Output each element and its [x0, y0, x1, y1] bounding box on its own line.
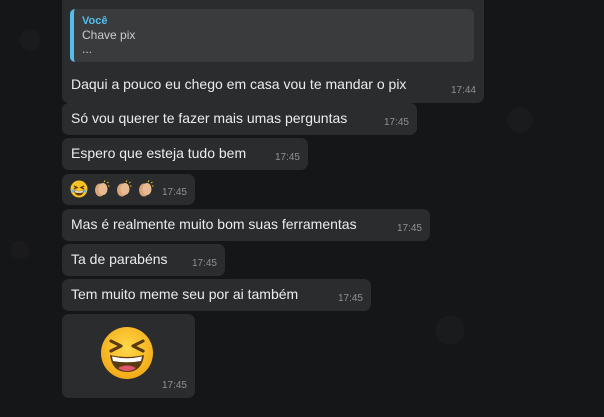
message-text: Só vou querer te fazer mais umas pergunt… — [71, 110, 348, 126]
message-time: 17:45 — [337, 293, 363, 304]
message-text: Tem muito meme seu por ai também — [71, 286, 299, 302]
clapping-hands-emoji — [94, 180, 110, 197]
sticker-message[interactable]: 17:45 — [62, 314, 195, 398]
message-bubble[interactable]: Só vou querer te fazer mais umas pergunt… — [62, 103, 417, 135]
emoji-row — [70, 179, 154, 198]
grinning-squinting-face-emoji — [70, 180, 88, 198]
quoted-text: Chave pix — [82, 28, 136, 42]
message-text: Ta de parabéns — [71, 251, 168, 267]
chat-panel: Você Chave pix ... Daqui a pouco eu cheg… — [0, 0, 604, 417]
message-time: 17:44 — [450, 85, 476, 96]
grinning-squinting-face-emoji — [101, 327, 153, 379]
message-bubble[interactable]: Espero que esteja tudo bem 17:45 — [62, 138, 308, 170]
message-text: Mas é realmente muito bom suas ferrament… — [71, 216, 357, 232]
message-time: 17:45 — [383, 117, 409, 128]
message-bubble[interactable]: Você Chave pix ... Daqui a pouco eu cheg… — [62, 0, 484, 103]
message-time: 17:45 — [161, 187, 187, 198]
message-bubble[interactable]: Tem muito meme seu por ai também 17:45 — [62, 279, 371, 311]
message-time: 17:45 — [396, 223, 422, 234]
clapping-hands-emoji — [116, 180, 132, 197]
quoted-text-more: ... — [82, 42, 93, 56]
message-text: Daqui a pouco eu chego em casa vou te ma… — [71, 76, 407, 92]
message-bubble[interactable]: 17:45 — [62, 174, 195, 205]
message-time: 17:45 — [161, 380, 187, 391]
message-text: Espero que esteja tudo bem — [71, 145, 247, 161]
quoted-message[interactable]: Você Chave pix ... — [70, 9, 474, 62]
quoted-author: Você — [82, 15, 108, 27]
message-bubble[interactable]: Ta de parabéns 17:45 — [62, 244, 225, 276]
clapping-hands-emoji — [138, 180, 154, 197]
message-time: 17:45 — [274, 152, 300, 163]
message-bubble[interactable]: Mas é realmente muito bom suas ferrament… — [62, 209, 430, 241]
message-time: 17:45 — [191, 258, 217, 269]
